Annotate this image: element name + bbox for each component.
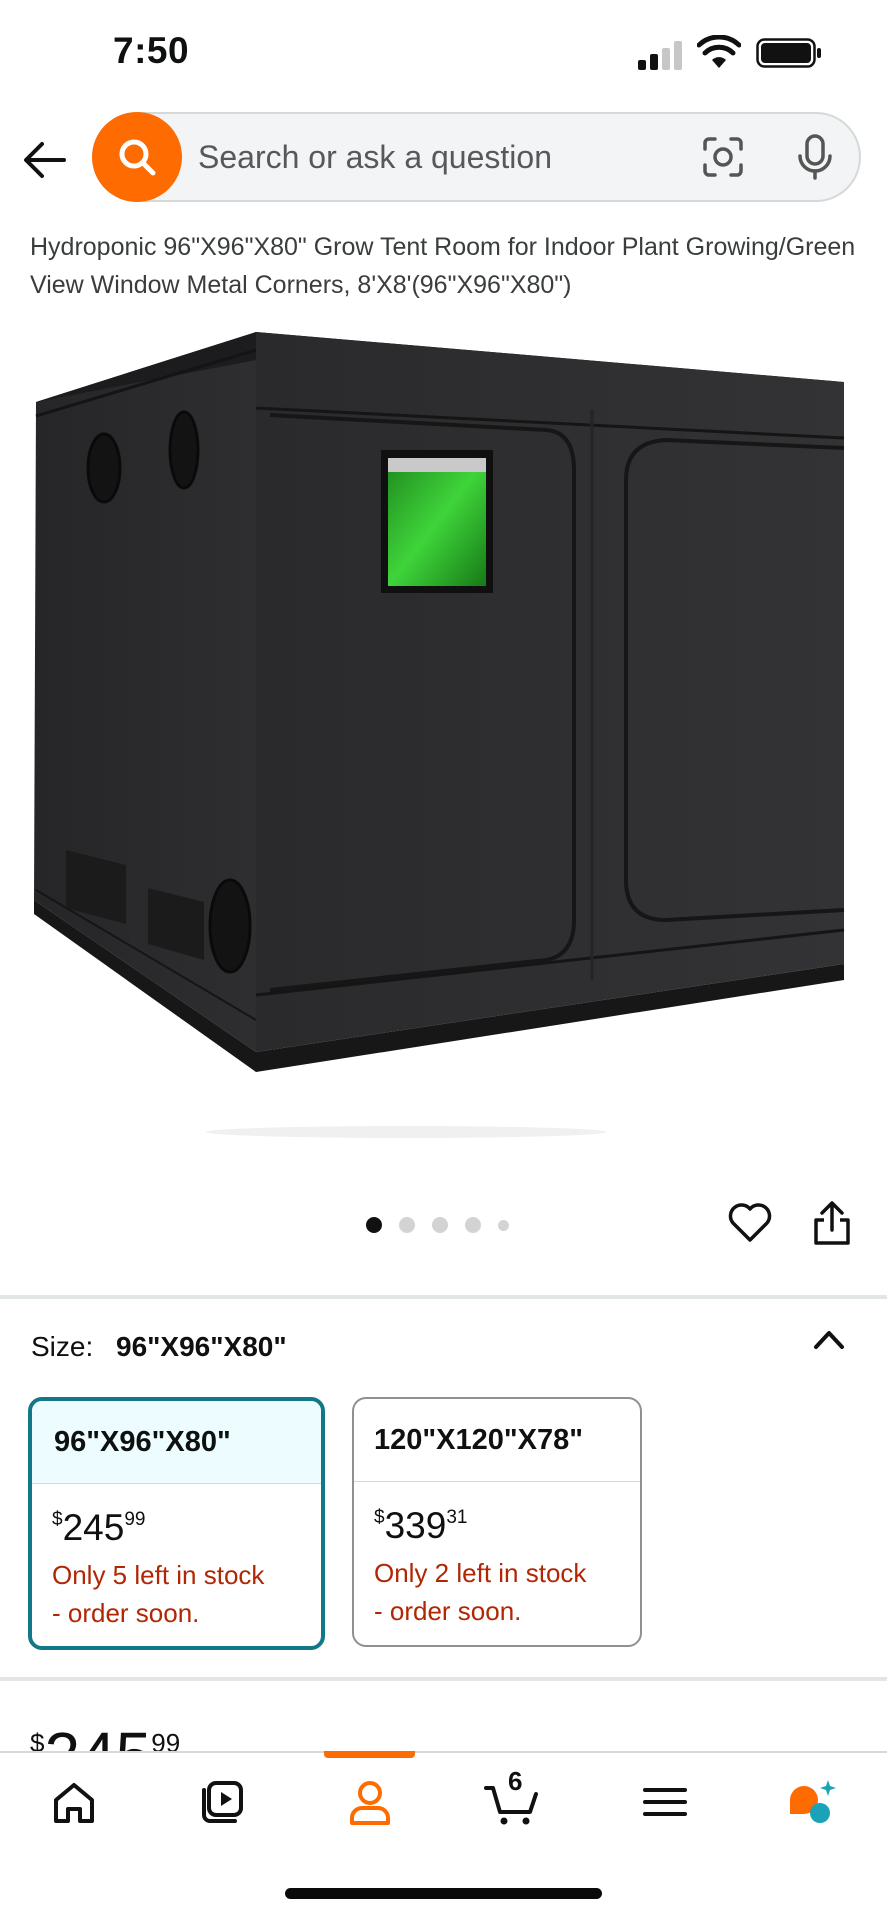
- carousel-dots[interactable]: [366, 1215, 509, 1235]
- size-option-price: $ 245 99: [52, 1508, 321, 1548]
- size-option-name: 96"X96"X80": [32, 1401, 321, 1484]
- section-divider: [0, 1677, 887, 1681]
- stock-status: Only 5 left in stock - order soon.: [52, 1556, 321, 1632]
- home-indicator: [285, 1888, 602, 1899]
- size-option-120x120x78[interactable]: 120"X120"X78" $ 339 31 Only 2 left in st…: [352, 1397, 642, 1647]
- back-arrow-icon[interactable]: [22, 140, 66, 180]
- rufus-icon[interactable]: [784, 1778, 840, 1826]
- carousel-dot[interactable]: [399, 1217, 415, 1233]
- search-input[interactable]: Search or ask a question: [198, 139, 552, 176]
- size-option-name: 120"X120"X78": [354, 1399, 640, 1482]
- wifi-icon: [697, 35, 741, 68]
- carousel-dot[interactable]: [465, 1217, 481, 1233]
- carousel-dot[interactable]: [498, 1219, 509, 1231]
- section-divider: [0, 1295, 887, 1299]
- carousel-dot[interactable]: [366, 1217, 382, 1233]
- search-icon: [119, 139, 156, 176]
- selected-size-value: 96"X96"X80": [116, 1331, 287, 1362]
- search-button[interactable]: [92, 112, 182, 202]
- price-currency: $: [374, 1507, 385, 1528]
- size-option-price: $ 339 31: [374, 1506, 640, 1546]
- price-whole: 339: [384, 1505, 447, 1546]
- price-currency: $: [52, 1509, 63, 1530]
- share-icon[interactable]: [812, 1200, 852, 1246]
- stock-line: - order soon.: [374, 1596, 522, 1626]
- product-title[interactable]: Hydroponic 96"X96"X80" Grow Tent Room fo…: [30, 228, 860, 304]
- account-icon[interactable]: [342, 1778, 398, 1826]
- camera-scan-icon[interactable]: [702, 136, 744, 178]
- price-fraction: 31: [446, 1507, 468, 1528]
- cellular-signal-icon: [638, 41, 682, 70]
- size-option-96x96x80[interactable]: 96"X96"X80" $ 245 99 Only 5 left in stoc…: [28, 1397, 325, 1650]
- stock-line: Only 5 left in stock: [52, 1560, 265, 1590]
- product-image[interactable]: [26, 320, 850, 1140]
- status-bar: 7:50: [0, 0, 887, 105]
- stock-status: Only 2 left in stock - order soon.: [374, 1554, 640, 1630]
- video-icon[interactable]: [195, 1778, 251, 1826]
- stock-line: Only 2 left in stock: [374, 1558, 587, 1588]
- active-tab-indicator: [324, 1751, 415, 1758]
- chevron-up-icon[interactable]: [812, 1327, 846, 1351]
- menu-icon[interactable]: [637, 1778, 693, 1826]
- status-time: 7:50: [113, 30, 190, 71]
- battery-icon: [756, 38, 821, 68]
- carousel-dot[interactable]: [432, 1217, 448, 1233]
- heart-icon[interactable]: [727, 1201, 773, 1243]
- price-whole: 245: [62, 1507, 125, 1548]
- microphone-icon[interactable]: [796, 134, 834, 180]
- cart-count-badge: 6: [508, 1766, 523, 1796]
- size-label: Size:: [31, 1331, 94, 1362]
- price-fraction: 99: [124, 1509, 146, 1530]
- stock-line: - order soon.: [52, 1598, 200, 1628]
- home-icon[interactable]: [46, 1778, 102, 1826]
